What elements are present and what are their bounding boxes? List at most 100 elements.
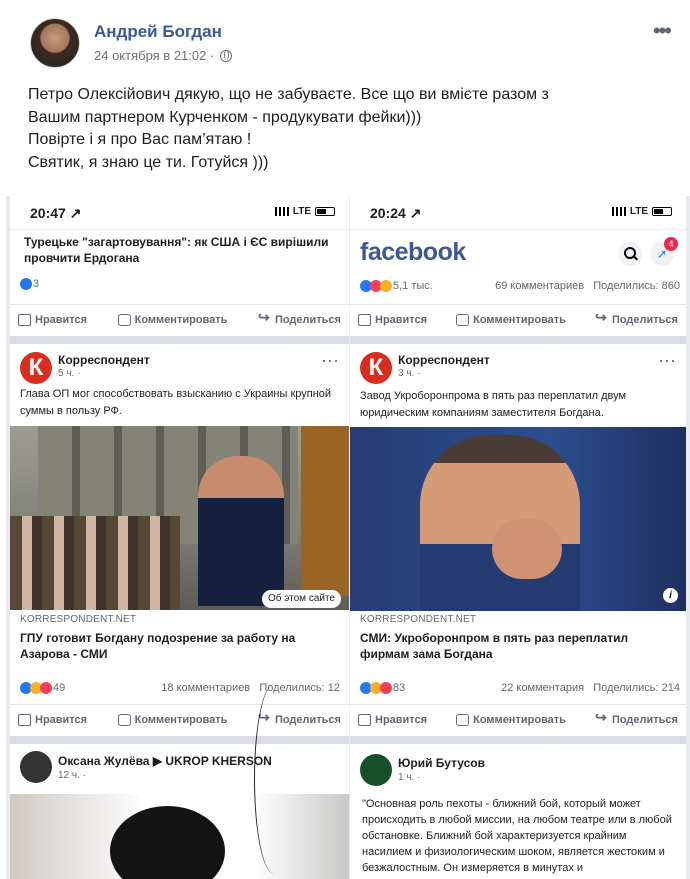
source-name[interactable]: Корреспондент	[58, 353, 150, 367]
post-age[interactable]: 1 ч. ·	[398, 772, 420, 783]
person-graphic	[420, 435, 580, 611]
post-actions: Нравится Комментировать Поделиться	[350, 304, 686, 334]
love-reaction-icon	[40, 682, 52, 695]
signal-icon	[274, 207, 289, 216]
more-icon[interactable]: ···	[658, 350, 676, 371]
facebook-logo[interactable]: facebook	[360, 238, 466, 267]
post-author[interactable]: Юрий Бутусов	[398, 756, 485, 770]
post-meta: 24 октября в 21:02 ·	[94, 48, 233, 63]
source-row: К Корреспондент 3 ч. · ···	[360, 350, 676, 390]
reaction-icons	[360, 280, 392, 293]
comment-label: Комментировать	[134, 313, 228, 326]
love-reaction-icon	[380, 682, 392, 695]
comment-icon	[117, 713, 131, 726]
korrespondent-logo-icon[interactable]: К	[360, 352, 392, 384]
share-label: Поделиться	[274, 313, 341, 326]
share-button[interactable]: Поделиться	[258, 309, 341, 326]
post-text: Петро Олексійович дякую, що не забуваєте…	[28, 84, 668, 174]
post-text-line: Святик, я знаю це ти. Готуйся )))	[28, 153, 269, 171]
feed-separator	[350, 336, 686, 344]
share-button[interactable]: Поделиться	[595, 709, 678, 726]
comment-label: Комментировать	[473, 713, 566, 726]
news-photo[interactable]: Об этом сайте	[10, 426, 349, 610]
post-description: Глава ОП мог способствовать взысканию с …	[20, 388, 332, 417]
more-icon[interactable]: •••	[653, 18, 672, 44]
info-icon[interactable]: i	[663, 588, 678, 603]
post-actions: Нравится Комментировать Поделиться	[10, 704, 349, 734]
thumb-up-icon	[358, 713, 371, 726]
left-phone-screenshot: 20:47 ↗ LTE Турецьке "загартовування": я…	[10, 196, 349, 879]
user-avatar[interactable]	[20, 751, 52, 783]
comment-icon	[117, 313, 131, 326]
link-domain: KORRESPONDENT.NET	[20, 614, 137, 625]
facebook-post: Андрей Богдан 24 октября в 21:02 · ••• П…	[0, 0, 690, 879]
comment-icon	[456, 713, 470, 726]
news-headline[interactable]: Турецьке "загартовування": як США і ЄС в…	[10, 230, 349, 270]
like-label: Нравится	[35, 713, 88, 726]
like-button[interactable]: Нравится	[358, 713, 427, 726]
comment-button[interactable]: Комментировать	[117, 713, 227, 726]
thumb-up-icon	[358, 313, 371, 326]
more-icon[interactable]: ···	[321, 350, 339, 371]
post-author[interactable]: Оксана Жулёва ▶ UKROP KHERSON	[58, 754, 272, 768]
comments-count[interactable]: 18 комментариев	[161, 682, 250, 694]
post-age[interactable]: 3 ч. ·	[398, 368, 420, 379]
reaction-count[interactable]: 5,1 тыс.	[393, 280, 433, 292]
signal-icon	[611, 207, 626, 216]
reaction-count[interactable]: 83	[393, 682, 405, 694]
source-name[interactable]: Корреспондент	[398, 353, 490, 367]
attached-screenshots: 20:47 ↗ LTE Турецьке "загартовування": я…	[6, 196, 690, 879]
network-label: LTE	[292, 206, 311, 217]
comment-button[interactable]: Комментировать	[456, 313, 566, 326]
reaction-summary: 3	[20, 278, 340, 291]
share-icon	[595, 309, 608, 326]
reaction-icons	[360, 682, 392, 695]
post-text-line: Вашим партнером Курченком - продукувати …	[28, 108, 422, 126]
shares-count[interactable]: Поделились: 860	[593, 280, 680, 292]
post-actions: Нравится Комментировать Поделиться	[10, 304, 349, 334]
comment-share-counts: 18 комментариев Поделились: 12	[161, 682, 340, 694]
reaction-icons	[20, 278, 32, 291]
globe-icon	[220, 50, 233, 62]
comments-count[interactable]: 69 комментариев	[495, 280, 584, 292]
quoted-post-text: "Основная роль пехоты - ближний бой, кот…	[362, 798, 672, 874]
post-text-line: Повірте і я про Вас пам’ятаю !	[28, 131, 252, 148]
post-age[interactable]: 12 ч. ·	[58, 770, 86, 781]
post-text-line: Петро Олексійович дякую, що не забуваєте…	[28, 86, 549, 103]
post-timestamp[interactable]: 24 октября в 21:02 ·	[94, 48, 214, 63]
author-avatar[interactable]	[30, 18, 80, 68]
author-name[interactable]: Андрей Богдан	[94, 22, 222, 42]
post-age[interactable]: 5 ч. ·	[58, 368, 80, 379]
link-title[interactable]: СМИ: Укроборонпром в пять раз переплатил…	[360, 630, 678, 662]
shares-count[interactable]: Поделились: 214	[593, 682, 680, 694]
about-site-button[interactable]: Об этом сайте	[261, 590, 341, 608]
comment-share-counts: 69 комментариев Поделились: 860	[495, 280, 680, 292]
link-title[interactable]: ГПУ готовит Богдану подозрение за работу…	[20, 630, 341, 662]
link-domain: KORRESPONDENT.NET	[360, 614, 477, 625]
wow-reaction-icon	[380, 280, 392, 293]
status-bar: 20:24 ↗ LTE	[350, 196, 686, 230]
reaction-count[interactable]: 3	[33, 278, 39, 290]
user-avatar[interactable]	[360, 754, 392, 786]
feed-separator	[10, 736, 349, 744]
post-actions: Нравится Комментировать Поделиться	[350, 704, 686, 734]
feed-separator	[10, 336, 349, 344]
like-button[interactable]: Нравится	[18, 313, 87, 326]
like-button[interactable]: Нравится	[358, 313, 427, 326]
like-button[interactable]: Нравится	[18, 713, 88, 726]
messenger-icon[interactable]: ➚ 4	[650, 237, 678, 266]
person-graphic	[198, 456, 284, 606]
post-description: Завод Укроборонпрома в пять раз переплат…	[360, 390, 627, 419]
search-icon[interactable]	[618, 242, 642, 266]
share-button[interactable]: Поделиться	[595, 309, 678, 326]
share-label: Поделиться	[611, 313, 678, 326]
reaction-summary: 5,1 тыс. 69 комментариев Поделились: 860	[360, 280, 680, 293]
korrespondent-logo-icon[interactable]: К	[20, 352, 52, 384]
comments-count[interactable]: 22 комментария	[501, 682, 584, 694]
comment-button[interactable]: Комментировать	[456, 713, 566, 726]
news-photo[interactable]: i	[350, 427, 686, 611]
comment-label: Комментировать	[473, 313, 566, 326]
reaction-count[interactable]: 49	[53, 682, 65, 694]
like-reaction-icon	[20, 278, 32, 291]
comment-button[interactable]: Комментировать	[117, 313, 228, 326]
